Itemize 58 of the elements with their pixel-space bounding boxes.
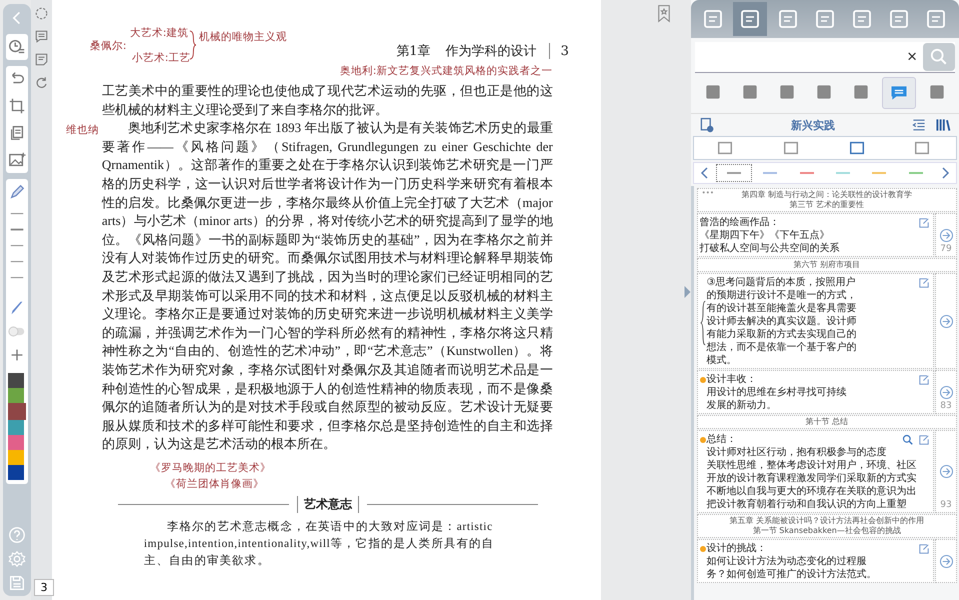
section-title: 第十节 总结	[806, 417, 848, 427]
page-number: 93	[940, 500, 952, 510]
note-line: 打破私人空间与公共空间的关系	[700, 242, 840, 255]
note-line: 想法，而不是依靠一个基于客户的	[706, 341, 857, 354]
note-line: 如何让设计方法为动态变化的过程服	[706, 555, 867, 568]
note-line: 关联性思维，整体考虑设计对用户，环境、社区	[706, 459, 917, 472]
page-number: 3	[560, 44, 569, 58]
note-line: 设计的挑战：	[706, 542, 767, 555]
note-line: 有能力采取新的方式去实现自己的	[706, 328, 857, 341]
handwritten-note: 《荷兰团体肖像画》	[164, 476, 264, 492]
handwritten-note: 小艺术:工艺	[132, 51, 190, 65]
handwritten-note: 奥地利:新文艺复兴式建筑风格的实践者之一	[340, 64, 552, 78]
clear-button[interactable]: ×	[901, 47, 924, 67]
handwritten-note: 大艺术:建筑	[130, 26, 188, 40]
box-title: 艺术意志	[296, 496, 359, 513]
note-line: 用设计的思维在乡村寻找可持续	[706, 386, 847, 399]
note-line: 务？如何创造可推广的设计方法范式。	[706, 568, 877, 581]
note-line: 模式。	[706, 354, 737, 367]
section-title: 第一节 Skansebakken—社会包容的挑战	[752, 526, 901, 536]
section-title: 第四章 制造与行动之间：论关联性的设计教育学	[742, 190, 912, 200]
note-card[interactable]: 设计丰收： 用设计的思维在乡村寻找可持续 发展的新动力。	[696, 370, 934, 414]
section-title: 第五章 关系能被设计吗？设计方法再社会创新中的作用	[730, 516, 924, 526]
note-card[interactable]: 曾浩的绘画作品： 《星期四下午》《下午五点》 打破私人空间与公共空间的关系	[696, 213, 934, 257]
body-paragraph: 工艺美术中的重要性的理论也使他成了现代艺术运动的先驱，但也正是他的这些机械的材料主义理论受到了来自李格尔的批评。	[102, 82, 553, 119]
section-title: 第六节 别府市项目	[794, 260, 860, 270]
section-heading[interactable]: 第五章 关系能被设计吗？设计方法再社会创新中的作用 第一节 Skansebakken—社会包容的挑战	[696, 514, 958, 538]
note-card[interactable]: ③思考问题背后的本质，按照用户 的预期进行设计不是唯一的方式， 有的设计甚至能掩盖火是客具需要 设计师去解决的真实议题。设计师 有能力采取新的方式去实现自己的 想法，而不是依靠一个基于客户的 模式。	[696, 273, 934, 369]
handwritten-note: 维也纳	[66, 123, 99, 137]
section-heading[interactable]: 第十节 总结	[696, 415, 958, 429]
section-title: 第三节 艺术的重要性	[790, 200, 864, 210]
handwritten-note: 机械的唯物主义观	[198, 30, 287, 44]
note-card[interactable]: 设计的挑战： 如何让设计方法为动态变化的过程服 务？如何创造可推广的设计方法范式。	[696, 539, 934, 583]
box-paragraph: 李格尔的艺术意志概念，在英语中的大致对应词是：artistic impulse,intention,intentionality,will等，它指的是人类所具有的自主、自由的审美欲求。	[144, 520, 496, 569]
note-line: 有的设计甚至能掩盖火是客具需要	[706, 302, 857, 315]
note-line: 把设计教育朝着行动和自我认识的方向上重塑	[706, 498, 907, 511]
handwritten-note: 《罗马晚期的工艺美术》	[150, 460, 271, 476]
page-number: 79	[940, 244, 952, 254]
note-line: 总结：	[706, 433, 737, 446]
body-paragraph: 奥地利艺术史家李格尔在 1893 年出版了被认为是有关装饰艺术历史的最重要著作——《风格问题》（Stifragen, Grundlegungen zu einer Geschichte der Qrnamentik）。这部著作的重要之处在于李格尔认识到装饰艺术研究是一门严格的历史科学，这一认识对后世学者将设计作为一门历史科学来研究有着根本性的启发。比桑佩尔更进一步，李格尔最终从价值上完全打破了大艺术（major arts）与小艺术（minor arts）的分界，将对传统小艺术的研究提高到了显学的地位。《风格问题》一书的副标题即为“装饰历史的基础”，因为在李格尔之前并没有人对装饰作过历史的研究。而桑佩尔试图用技术与材料理论解释早期装饰及艺术形式起源的做法又遇到了挑战，因为当时的理论家们已经证明相同的艺术形式及早期装饰可以采用不同的技术和材料，这点便足以反驳机械的材料主义理论。李格尔正是要通过对装饰的历史研究来进一步说明机械材料主义美学的疏漏，并强调艺术作为一门心智的学科所必然有的精神性，李格尔将这只精神性称之为“自由的、创造性的艺术冲动”，即“艺术意志”（Kunstwollen）。将装饰艺术作为研究对象，李格尔试图针对桑佩尔及其追随者而说明艺术品是一种创造性的心智成果，是积极地源于人的创造性精神的物质表现，而不是像桑佩尔的追随者所认为的是对技术手段或自然原型的被动反应。艺术设计无疑要服从媒质和技术的多样可能性和要求，但李格尔总是坚持创造性的自主和选择的原则，认为这是艺术活动的根本所在。	[102, 119, 553, 454]
page-number-box: 3	[34, 579, 54, 596]
handwritten-note: 桑佩尔:	[90, 39, 126, 53]
note-line: 发展的新动力。	[706, 399, 777, 412]
note-line: 曾浩的绘画作品：	[700, 216, 780, 229]
note-line: ③思考问题背后的本质，按照用户	[706, 276, 856, 289]
note-line: 不断地以自我与更大的环境存在关联的意识为出	[706, 485, 917, 498]
page-number: 83	[940, 401, 952, 411]
chapter-title: 作为学科的设计	[446, 43, 537, 60]
note-line: 设计丰收：	[706, 373, 757, 386]
search-field[interactable]: ×	[694, 42, 956, 73]
notebook-title: 新兴实践	[790, 118, 836, 132]
note-line: 设计师对社区行动，抱有积极参与的态度	[706, 446, 887, 459]
note-line: 的预期进行设计不是唯一的方式，	[706, 289, 857, 302]
note-line: 设计师去解决的真实议题。设计师	[706, 315, 857, 328]
section-heading[interactable]: 第六节 别府市项目	[696, 258, 958, 272]
note-line: 开放的设计教育课程激发同学们采取新的方式实	[706, 472, 917, 485]
note-line: 《星期四下午》《下午五点》	[700, 229, 830, 242]
chapter-label: 第1章	[396, 43, 431, 60]
note-card[interactable]: 总结： 设计师对社区行动，抱有积极参与的态度 关联性思维，整体考虑设计对用户，环境、社区 开放的设计教育课程激发同学们采取新的方式实 不断地以自我与更大的环境存在关联的意识为出 把设计教育朝着行动和自我认识的方向上重塑	[696, 430, 934, 513]
